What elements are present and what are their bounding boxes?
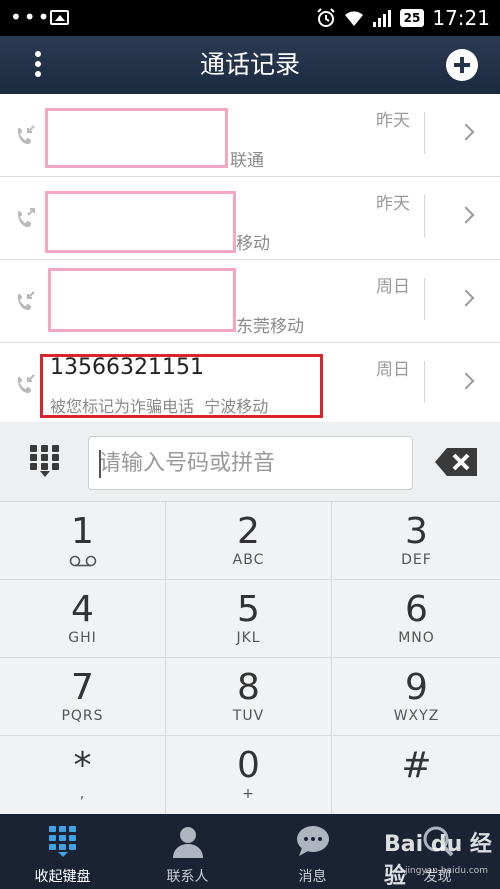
call-log-row[interactable]: 东莞移动 周日 [0, 260, 500, 343]
image-notification-icon [50, 10, 69, 25]
tab-contacts[interactable]: 联系人 [125, 814, 250, 889]
baidu-jingyan-watermark: Bai du 经验 [384, 832, 492, 889]
key-hash[interactable]: # [333, 736, 500, 814]
tab-collapse-keypad[interactable]: 收起键盘 [0, 814, 125, 889]
call-location: 联通 [230, 151, 264, 171]
alarm-icon [316, 8, 335, 27]
redacted-number [48, 268, 236, 332]
chevron-right-icon[interactable] [457, 123, 475, 141]
redacted-number [45, 191, 236, 253]
message-icon [297, 826, 329, 856]
incoming-call-icon [18, 291, 35, 310]
call-location: 东莞移动 [236, 317, 304, 337]
contacts-icon [173, 827, 203, 858]
outgoing-call-icon [18, 208, 35, 227]
signal-icon [372, 10, 391, 27]
notification-dots-icon: ••• [10, 5, 52, 29]
divider [424, 195, 425, 237]
key-star[interactable]: *, [0, 736, 166, 814]
dial-input-bar [0, 422, 500, 502]
key-3[interactable]: 3 DEF [333, 502, 500, 580]
keypad-icon [49, 826, 76, 857]
redacted-number [45, 108, 228, 168]
divider [424, 112, 425, 154]
call-log-row[interactable]: 联通 昨天 [0, 94, 500, 177]
key-4[interactable]: 4 GHI [0, 580, 166, 658]
status-bar: ••• 25 17:21 [0, 0, 500, 36]
key-2[interactable]: 2 ABC [166, 502, 332, 580]
number-search-input[interactable] [89, 437, 412, 489]
call-location: 移动 [236, 234, 270, 254]
number-search-field[interactable] [88, 436, 413, 490]
key-6[interactable]: 6 MNO [333, 580, 500, 658]
incoming-call-icon [18, 125, 35, 144]
chevron-right-icon[interactable] [457, 206, 475, 224]
header: 通话记录 [0, 36, 500, 94]
key-5[interactable]: 5 JKL [166, 580, 332, 658]
call-date: 周日 [376, 277, 410, 297]
key-8[interactable]: 8 TUV [166, 658, 332, 736]
dial-keypad: 1 2 ABC 3 DEF 4 GHI 5 JKL 6 MNO 7 PQRS 8 TUV 9W… [0, 502, 500, 814]
call-date: 昨天 [376, 111, 410, 131]
text-cursor [99, 450, 101, 478]
key-9[interactable]: 9 WXYZ [333, 658, 500, 736]
divider [424, 278, 425, 320]
chevron-right-icon[interactable] [457, 372, 475, 390]
divider [424, 361, 425, 403]
key-1[interactable]: 1 [0, 502, 166, 580]
highlight-box [40, 354, 323, 418]
call-date: 周日 [376, 360, 410, 380]
key-0[interactable]: 0 + [166, 736, 332, 814]
chevron-right-icon[interactable] [457, 289, 475, 307]
page-title: 通话记录 [199, 50, 300, 79]
voicemail-icon [69, 555, 96, 567]
wifi-icon [344, 11, 363, 26]
incoming-call-icon [18, 374, 35, 393]
battery-icon: 25 [399, 9, 425, 27]
add-button[interactable] [446, 49, 478, 81]
status-time: 17:21 [432, 6, 490, 30]
key-7[interactable]: 7 PQRS [0, 658, 166, 736]
watermark-url: jingyan.baidu.com [405, 866, 489, 876]
keypad-toggle-icon[interactable] [29, 445, 61, 479]
call-date: 昨天 [376, 194, 410, 214]
tab-messages[interactable]: 消息 [250, 814, 375, 889]
backspace-icon[interactable] [435, 448, 479, 476]
call-log-row[interactable]: 移动 昨天 [0, 177, 500, 260]
